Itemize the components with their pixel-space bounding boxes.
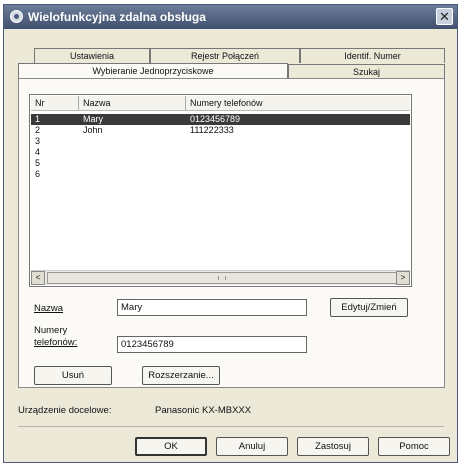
row-name: Mary — [83, 114, 103, 124]
row-nr: 3 — [35, 136, 41, 146]
row-nr: 6 — [35, 169, 41, 179]
help-button[interactable]: Pomoc — [378, 437, 450, 456]
tab-identif-numer[interactable]: Identif. Numer — [300, 48, 445, 63]
name-label: Nazwa — [34, 303, 64, 314]
ok-button[interactable]: OK — [135, 437, 207, 456]
phone-label-line1: Numery — [34, 325, 68, 336]
expand-button[interactable]: Rozszerzanie... — [142, 366, 220, 385]
row-name: John — [83, 125, 103, 135]
edit-button[interactable]: Edytuj/Zmień — [330, 298, 408, 317]
column-header-nr[interactable]: Nr — [31, 96, 79, 110]
window-title: Wielofunkcyjna zdalna obsługa — [28, 10, 206, 24]
device-value: Panasonic KX-MBXXX — [155, 405, 252, 416]
scroll-thumb[interactable] — [47, 272, 397, 284]
list-row-4[interactable]: 4 — [31, 147, 410, 158]
list-row-6[interactable]: 6 — [31, 169, 410, 180]
phone-field[interactable]: 0123456789 — [117, 336, 307, 353]
list-row-2[interactable]: 2 John 111222333 — [31, 125, 410, 136]
tab-wybieranie-jednoprzyciskowe[interactable]: Wybieranie Jednoprzyciskowe — [18, 63, 288, 79]
apply-button[interactable]: Zastosuj — [297, 437, 369, 456]
list-header: Nr Nazwa Numery telefonów — [31, 96, 410, 111]
cancel-button[interactable]: Anuluj — [216, 437, 288, 456]
tab-ustawienia[interactable]: Ustawienia — [34, 48, 150, 63]
name-field[interactable]: Mary — [117, 299, 307, 316]
footer-divider — [18, 426, 444, 427]
list-row-1[interactable]: 1 Mary 0123456789 — [31, 114, 410, 125]
scroll-left-icon[interactable]: < — [31, 271, 45, 285]
column-header-numery[interactable]: Numery telefonów — [186, 96, 412, 110]
device-label: Urządzenie docelowe: — [18, 405, 112, 416]
app-icon — [10, 10, 23, 23]
close-icon[interactable]: ✕ — [436, 8, 453, 25]
title-bar[interactable]: Wielofunkcyjna zdalna obsługa ✕ — [4, 5, 457, 29]
speed-dial-list[interactable]: Nr Nazwa Numery telefonów 1 Mary 0123456… — [29, 94, 412, 287]
row-nr: 4 — [35, 147, 41, 157]
horizontal-scrollbar[interactable]: < > — [31, 270, 410, 285]
list-row-3[interactable]: 3 — [31, 136, 410, 147]
tab-rejestr-polaczen[interactable]: Rejestr Połączeń — [150, 48, 300, 63]
row-phone: 111222333 — [190, 125, 234, 135]
tab-szukaj[interactable]: Szukaj — [288, 64, 445, 79]
phone-label-line2: telefonów: — [34, 337, 78, 348]
row-nr: 5 — [35, 158, 41, 168]
scroll-right-icon[interactable]: > — [396, 271, 410, 285]
row-phone: 0123456789 — [190, 114, 241, 124]
column-header-nazwa[interactable]: Nazwa — [79, 96, 186, 110]
row-nr: 1 — [35, 114, 41, 124]
delete-button[interactable]: Usuń — [34, 366, 112, 385]
list-row-5[interactable]: 5 — [31, 158, 410, 169]
row-nr: 2 — [35, 125, 41, 135]
